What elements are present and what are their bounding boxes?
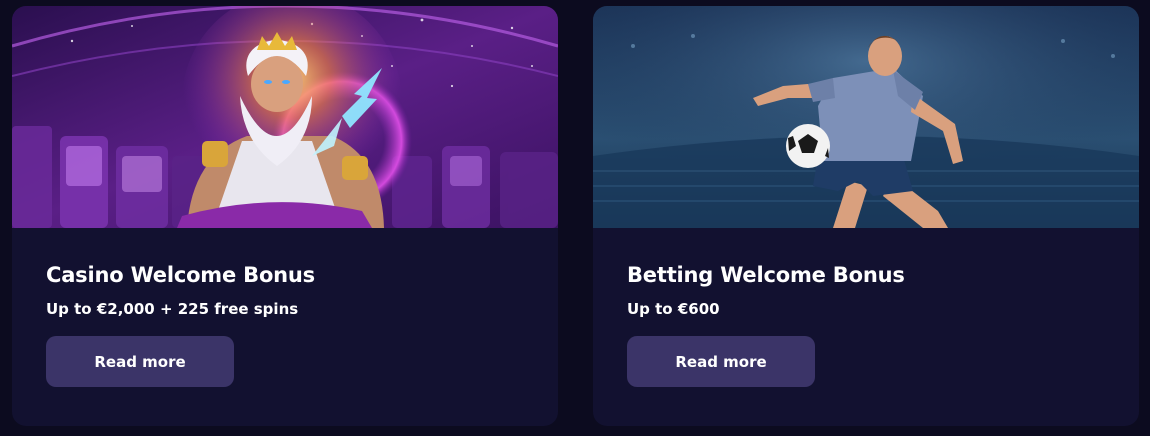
card-subtitle: Up to €600 bbox=[627, 300, 720, 318]
casino-bonus-card[interactable]: Casino Welcome Bonus Up to €2,000 + 225 … bbox=[12, 6, 558, 426]
casino-zeus-banner-image[interactable] bbox=[12, 6, 558, 228]
read-more-button[interactable]: Read more bbox=[46, 336, 234, 387]
football-player-banner-image[interactable] bbox=[593, 6, 1139, 228]
betting-bonus-card[interactable]: Betting Welcome Bonus Up to €600 Read mo… bbox=[593, 6, 1139, 426]
card-subtitle: Up to €2,000 + 225 free spins bbox=[46, 300, 299, 318]
read-more-button[interactable]: Read more bbox=[627, 336, 815, 387]
card-title: Casino Welcome Bonus bbox=[46, 263, 315, 287]
bonus-cards: Casino Welcome Bonus Up to €2,000 + 225 … bbox=[0, 0, 1150, 436]
card-title: Betting Welcome Bonus bbox=[627, 263, 905, 287]
